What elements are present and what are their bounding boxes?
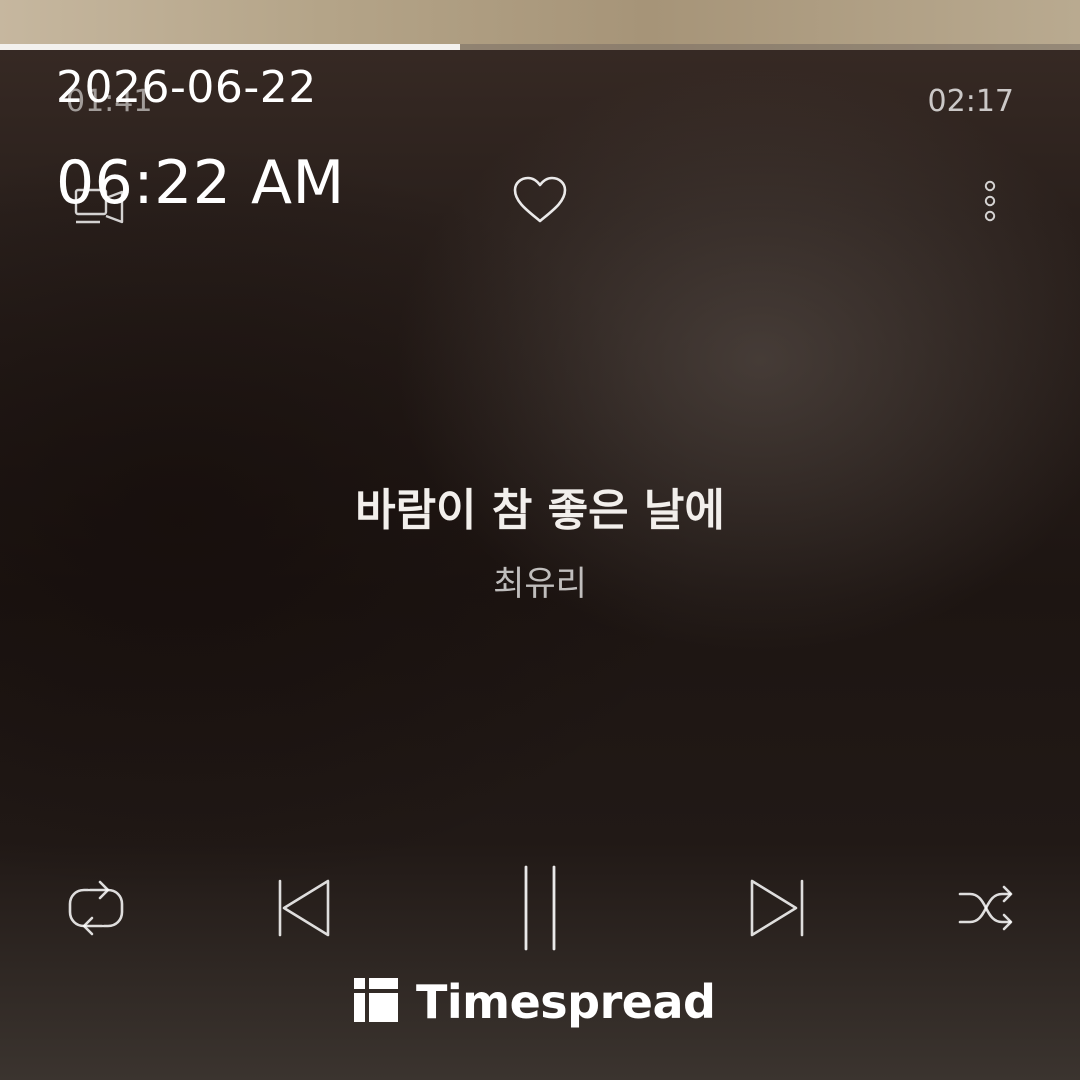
- more-vertical-icon: [980, 178, 1000, 224]
- more-options-button[interactable]: [972, 174, 1008, 228]
- album-art: [0, 0, 1080, 50]
- time-overlay: 06:22 AM: [56, 148, 345, 218]
- total-time: 02:17: [927, 84, 1014, 119]
- repeat-icon: [64, 876, 128, 940]
- timespread-watermark: Timespread: [354, 975, 716, 1029]
- progress-fill: [0, 44, 461, 50]
- skip-previous-icon: [270, 876, 334, 940]
- heart-icon: [510, 174, 570, 226]
- shuffle-icon: [954, 876, 1018, 940]
- previous-button[interactable]: [268, 874, 336, 942]
- track-artist[interactable]: 최유리: [0, 556, 1080, 605]
- track-title: 바람이 참 좋은 날에: [355, 485, 725, 536]
- next-button[interactable]: [744, 874, 812, 942]
- pause-button[interactable]: [500, 862, 580, 954]
- pause-icon: [508, 863, 572, 953]
- brand-name: Timespread: [416, 975, 716, 1029]
- repeat-button[interactable]: [62, 874, 130, 942]
- date-overlay: 2026-06-22: [56, 62, 317, 113]
- skip-next-icon: [746, 876, 810, 940]
- shuffle-button[interactable]: [952, 874, 1020, 942]
- timespread-logo-icon: [354, 978, 398, 1026]
- like-button[interactable]: [508, 172, 572, 228]
- music-player-screen: 01:41 02:17 2026-06-22 06:22 AM 바람이 참 좋은…: [0, 0, 1080, 1080]
- progress-bar[interactable]: [0, 44, 1080, 50]
